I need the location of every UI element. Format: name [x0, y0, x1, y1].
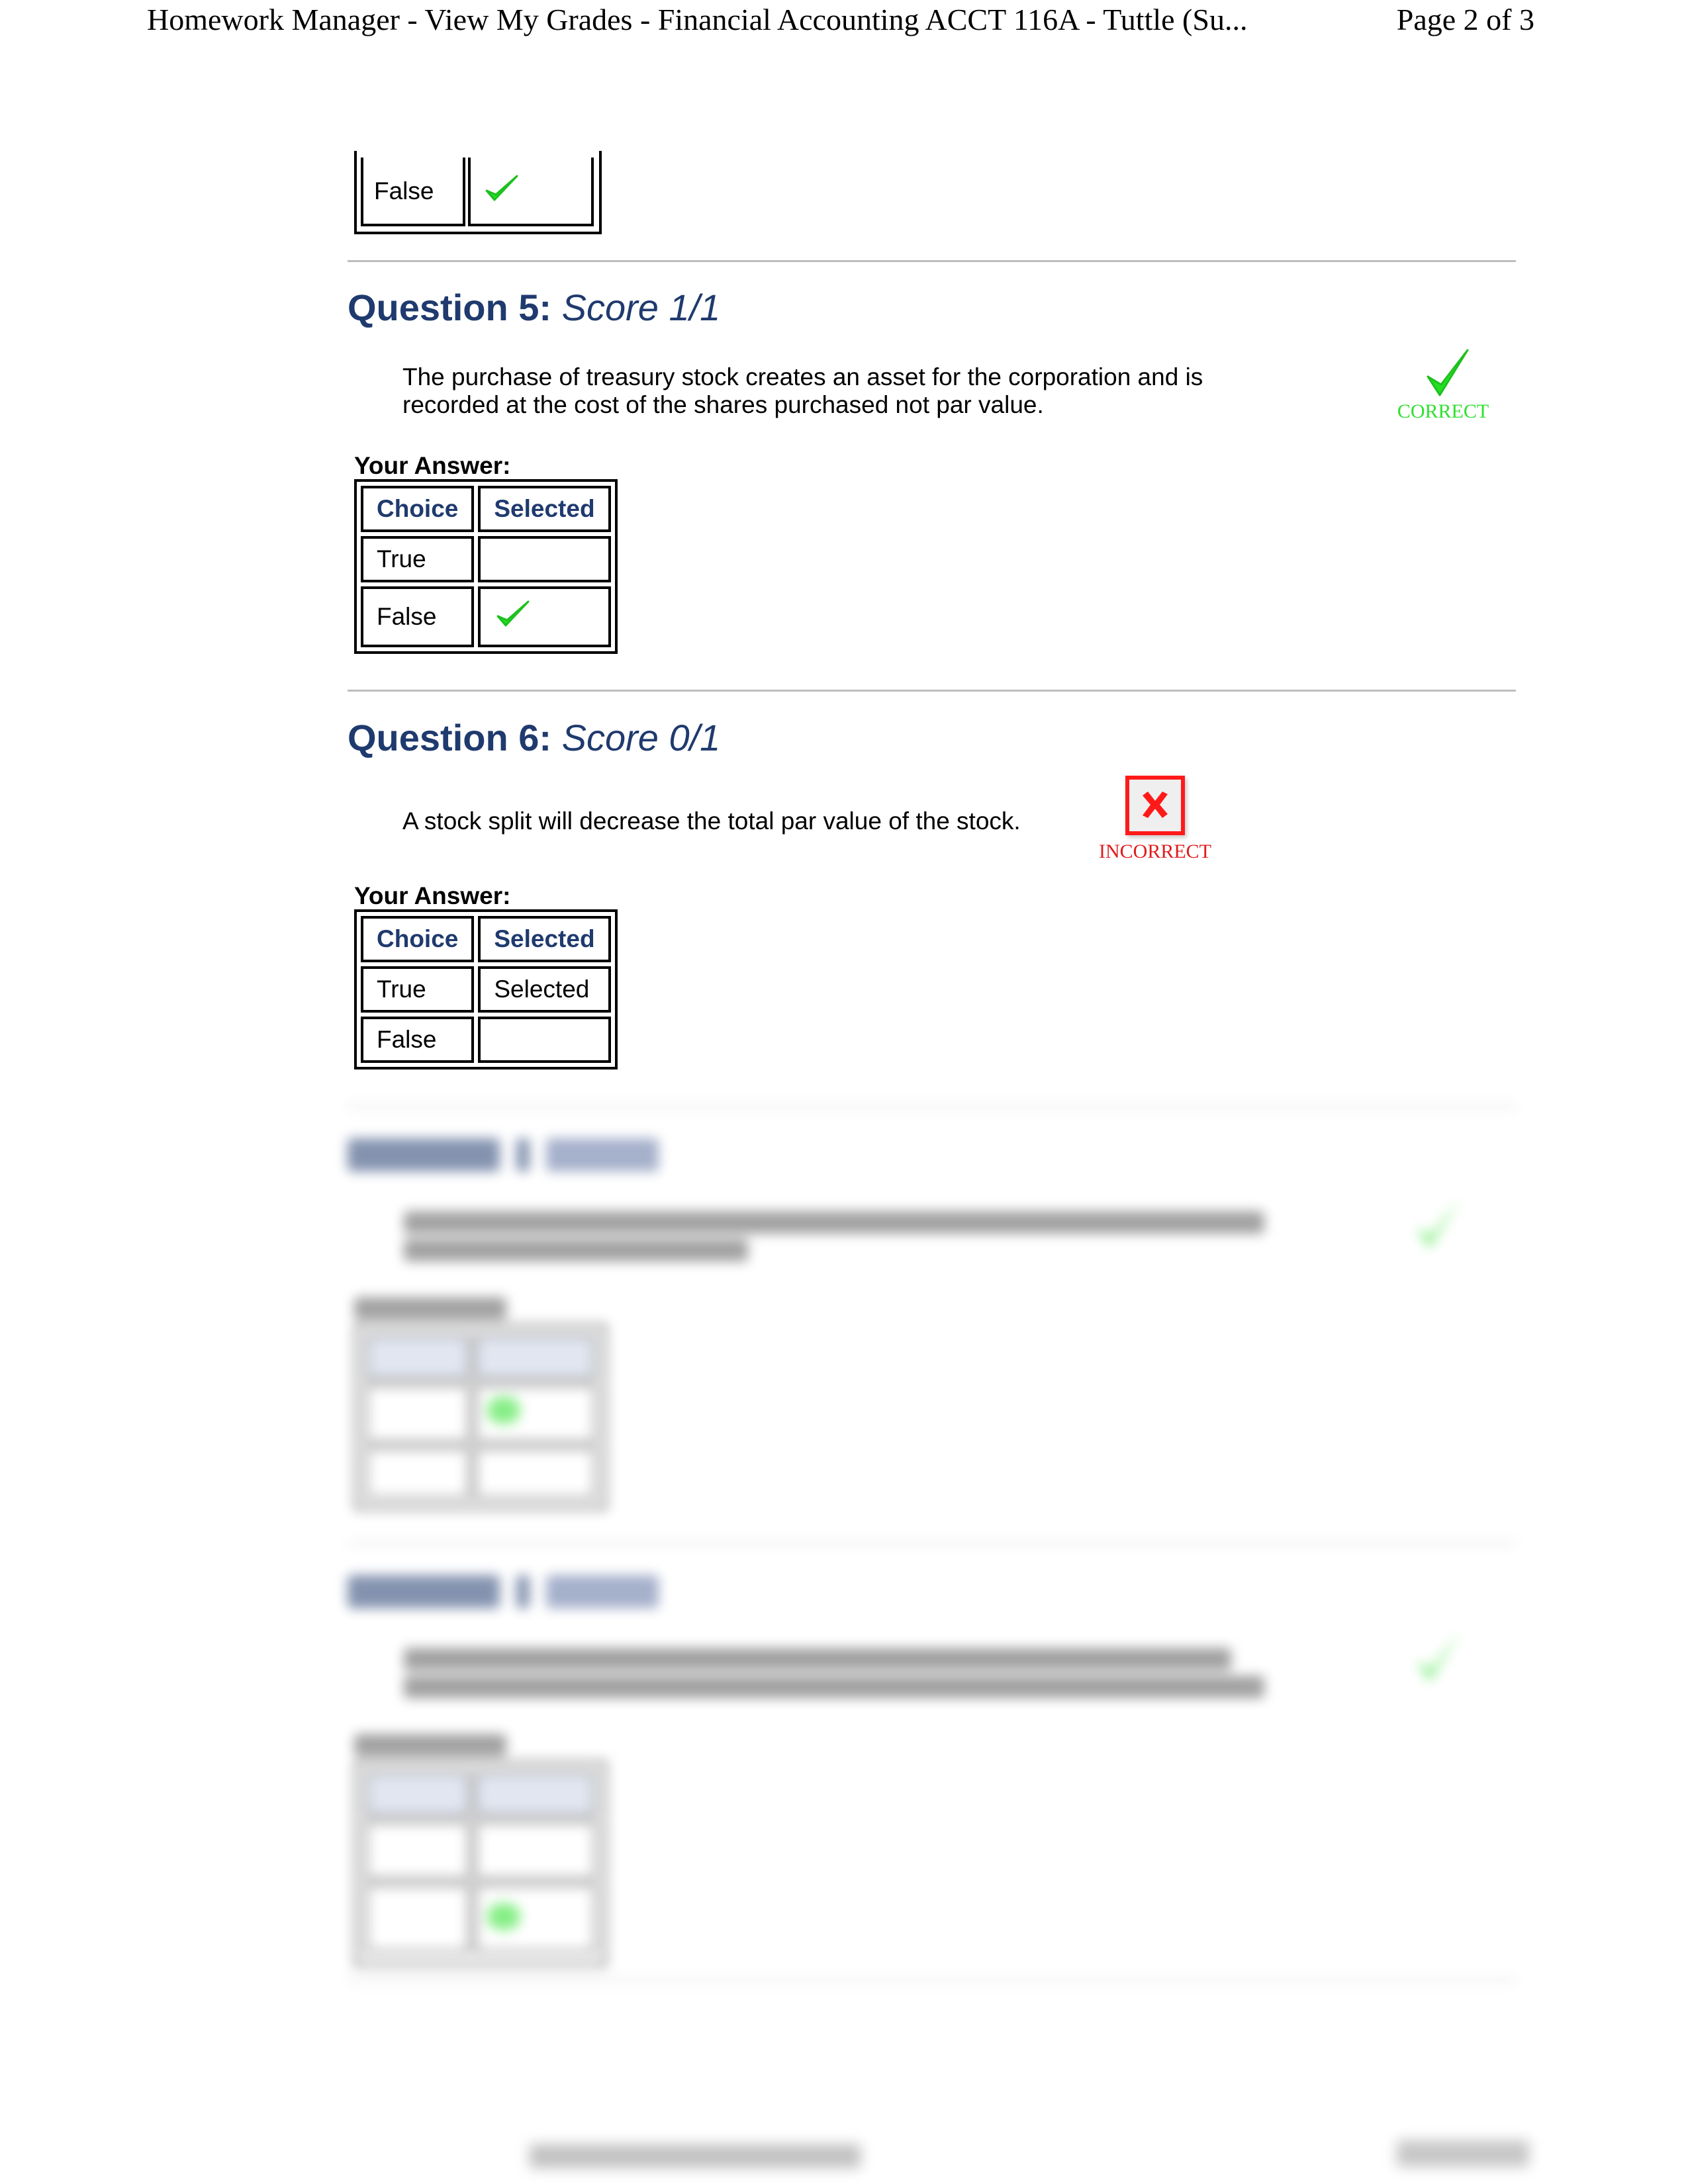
divider: [348, 260, 1516, 262]
blurred-answer-table: [354, 1324, 607, 1510]
blurred-footer-url: [530, 2144, 861, 2168]
question-heading: Question 6: Score 0/1: [348, 716, 720, 759]
blurred-answer-table: [354, 1760, 607, 1967]
column-header-selected: Selected: [478, 916, 611, 962]
blurred-heading: [546, 1138, 659, 1171]
check-icon: [487, 1903, 520, 1930]
check-icon: [1427, 349, 1469, 396]
table-row: True: [361, 536, 611, 582]
your-answer-label: Your Answer:: [354, 452, 511, 479]
print-footer: [0, 2118, 1688, 2168]
blurred-heading: [546, 1575, 659, 1608]
column-header-choice: Choice: [361, 916, 475, 962]
check-icon: [487, 1397, 520, 1424]
blurred-heading: [516, 1575, 530, 1608]
selected-cell: [478, 536, 611, 582]
answer-table: Choice Selected True False: [354, 479, 618, 654]
blurred-heading: [348, 1575, 500, 1608]
x-box-icon: [1125, 776, 1185, 835]
choice-label: False: [361, 1017, 475, 1063]
divider: [348, 1979, 1516, 1981]
selected-cell: [478, 1017, 611, 1063]
status-label: INCORRECT: [1098, 841, 1211, 862]
page-number: Page 2 of 3: [1396, 3, 1534, 36]
question-heading: Question 5: Score 1/1: [348, 286, 720, 329]
document-title: Homework Manager - View My Grades - Fina…: [147, 3, 1248, 36]
choice-label: False: [361, 586, 475, 647]
check-icon: [496, 600, 530, 626]
divider: [348, 1542, 1516, 1544]
selected-cell: [468, 158, 594, 226]
blurred-text-line: [404, 1676, 1264, 1698]
question-score: Score 0/1: [561, 717, 721, 758]
column-header-selected: Selected: [478, 486, 611, 532]
choice-label: True: [361, 536, 475, 582]
question-score: Score 1/1: [561, 287, 721, 328]
blurred-heading: [516, 1138, 530, 1171]
status-label: CORRECT: [1397, 400, 1489, 422]
blurred-text-line: [404, 1239, 748, 1261]
table-header-row: Choice Selected: [361, 916, 611, 962]
check-icon: [1416, 1631, 1461, 1682]
question-label: Question 6:: [348, 717, 552, 758]
print-header: Homework Manager - View My Grades - Fina…: [0, 0, 1688, 40]
blurred-heading: [348, 1138, 500, 1171]
blurred-text-line: [404, 1211, 1264, 1234]
blurred-your-answer: [354, 1297, 506, 1320]
blurred-footer-date: [1397, 2140, 1529, 2167]
your-answer-label: Your Answer:: [354, 882, 511, 909]
choice-label: True: [361, 966, 475, 1013]
question-label: Question 5:: [348, 287, 552, 328]
correct-badge: CORRECT: [1377, 347, 1509, 423]
incorrect-badge: INCORRECT: [1076, 776, 1235, 863]
divider: [348, 690, 1516, 692]
column-header-choice: Choice: [361, 486, 475, 532]
blurred-text-line: [404, 1648, 1231, 1670]
check-icon: [1416, 1198, 1461, 1248]
selected-label: Selected: [478, 966, 611, 1013]
blurred-your-answer: [354, 1734, 506, 1756]
question-4-answer-table-tail: False: [354, 151, 602, 234]
answer-table: Choice Selected True Selected False: [354, 909, 618, 1069]
check-icon: [485, 175, 518, 201]
table-row: True Selected: [361, 966, 611, 1013]
question-text: The purchase of treasury stock creates a…: [402, 363, 1203, 418]
table-row: False: [361, 586, 611, 647]
table-row: False: [361, 1017, 611, 1063]
choice-cell: False: [361, 158, 465, 226]
selected-cell: [478, 586, 611, 647]
divider: [348, 1105, 1516, 1107]
choice-label: False: [374, 177, 434, 205]
table-header-row: Choice Selected: [361, 486, 611, 532]
